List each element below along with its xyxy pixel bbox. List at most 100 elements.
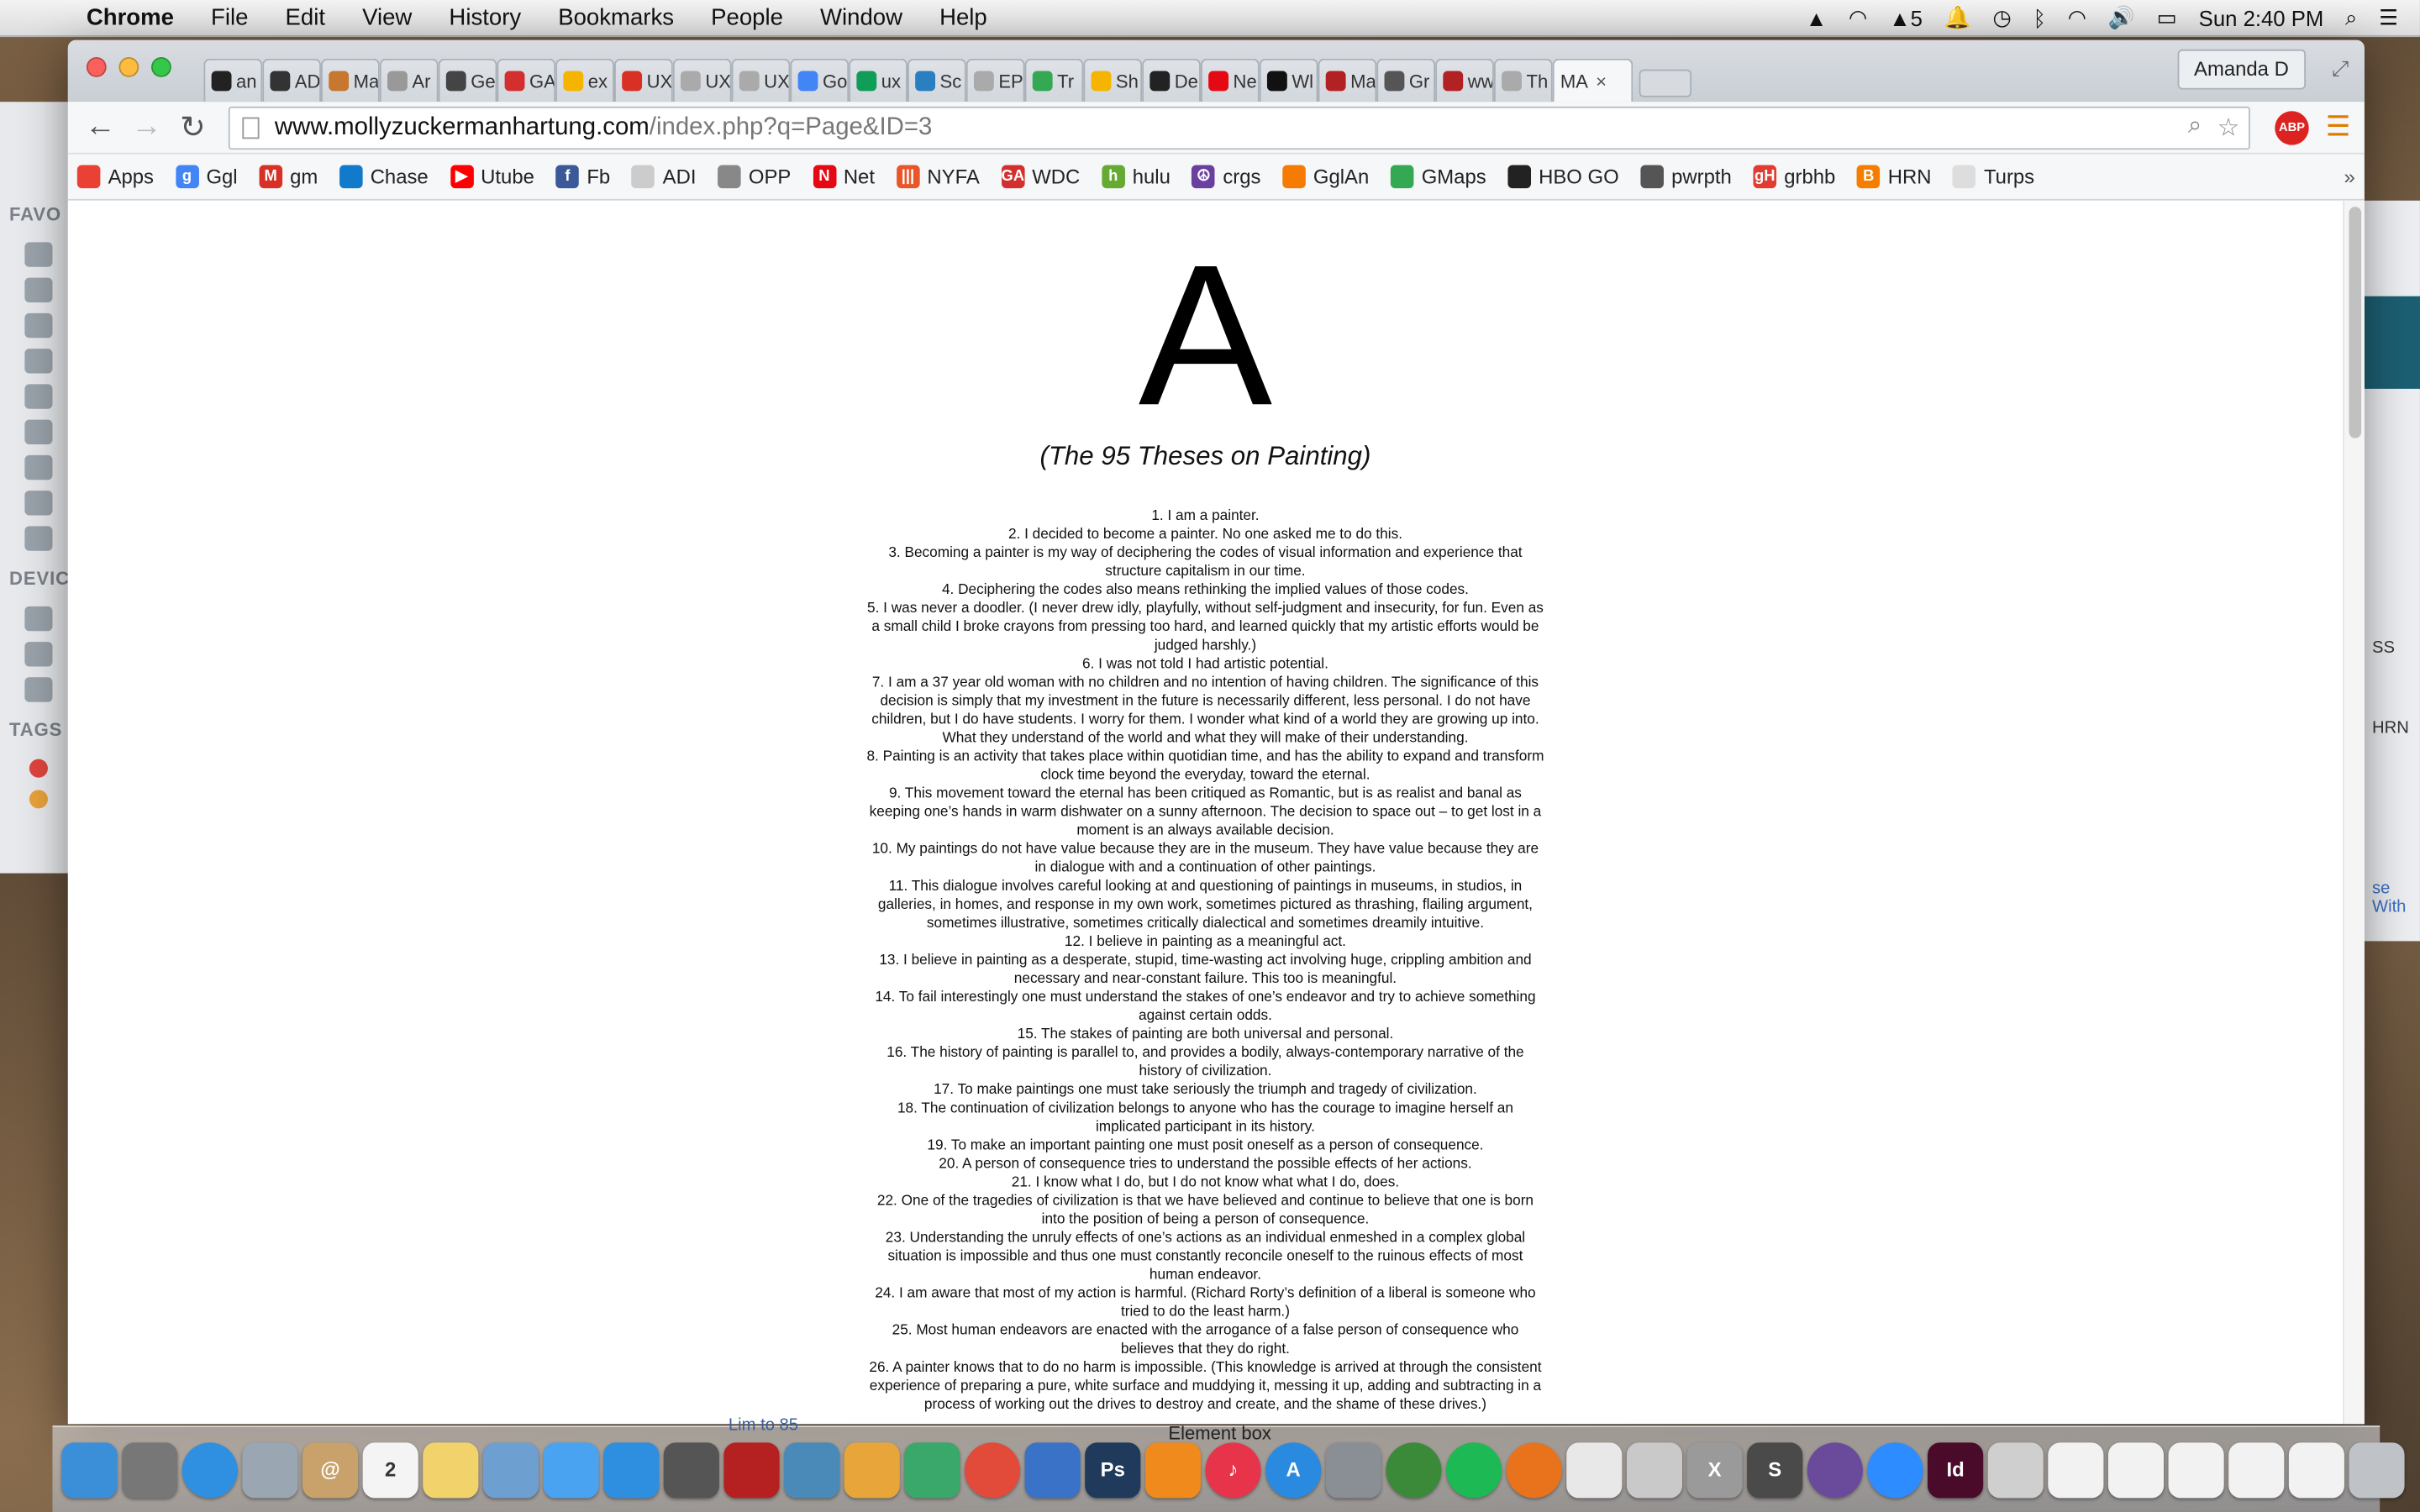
dropbox-icon[interactable] [603,1441,660,1498]
iphoto-icon[interactable] [784,1441,840,1498]
browser-tab[interactable]: EP [965,58,1025,102]
browser-tab[interactable]: ex [555,58,615,102]
safari-icon[interactable] [182,1441,238,1498]
folder-icon[interactable] [24,242,53,267]
bookmark-item[interactable]: N Net [813,165,875,189]
bookmark-item[interactable]: pwrpth [1640,165,1732,189]
preview2-icon[interactable] [1626,1441,1683,1498]
tag-red-icon[interactable] [29,759,48,778]
facetime-icon[interactable] [663,1441,719,1498]
menu-help[interactable]: Help [921,5,1006,31]
downloads-icon[interactable] [1987,1441,2044,1498]
photo-booth-icon[interactable] [723,1441,780,1498]
battery-icon[interactable]: ▭ [2157,5,2177,31]
browser-tab[interactable]: UX [731,58,791,102]
browser-tab[interactable]: Sc [907,58,966,102]
notes-icon[interactable] [423,1441,479,1498]
system-prefs-icon[interactable] [1325,1441,1381,1498]
drive-icon[interactable] [24,642,53,667]
bookmark-item[interactable]: GA WDC [1001,165,1080,189]
adblock-plus-icon[interactable]: ABP [2275,110,2309,144]
vertical-scrollbar[interactable] [2343,200,2365,1425]
menu-file[interactable]: File [192,5,266,31]
bluetooth-icon[interactable]: ᛒ [2033,5,2046,29]
browser-tab[interactable]: UX [672,58,732,102]
numbers-icon[interactable] [904,1441,960,1498]
fullscreen-icon[interactable]: ⤢ [2332,55,2349,81]
browser-tab[interactable]: Ma [1318,58,1377,102]
x11-icon[interactable]: X [1686,1441,1743,1498]
ibooks-icon[interactable] [1144,1441,1201,1498]
applications-icon[interactable] [24,349,53,374]
bookmark-item[interactable]: OPP [718,165,791,189]
doc2-icon[interactable] [2107,1441,2165,1498]
headphones-icon[interactable]: ◠ [1849,5,1867,31]
zoom-window-button[interactable] [150,56,171,77]
indesign-icon[interactable]: Id [1928,1441,1984,1498]
preview-icon[interactable] [482,1441,539,1498]
desktop-icon[interactable] [24,384,53,409]
notification-bell-icon[interactable]: 🔔 [1944,5,1971,31]
time-machine-icon[interactable]: ◷ [1992,5,2011,31]
drive2-icon[interactable] [24,677,53,702]
browser-tab[interactable]: an [203,58,263,102]
bookmark-item[interactable]: gH grbhb [1753,165,1835,189]
browser-tab[interactable]: Go [790,58,850,102]
itunes-icon[interactable]: ♪ [1205,1441,1261,1498]
volume-icon[interactable]: 🔊 [2108,5,2135,31]
browser-tab[interactable]: Sh [1083,58,1143,102]
pages-icon[interactable] [844,1441,900,1498]
page-info-icon[interactable] [242,116,260,139]
sublime-icon[interactable]: S [1747,1441,1803,1498]
profile-button[interactable]: Amanda D [2176,49,2307,90]
doc5-icon[interactable] [2288,1441,2344,1498]
contacts-icon[interactable]: @ [302,1441,359,1498]
scrollbar-thumb[interactable] [2349,207,2362,438]
browser-tab[interactable]: Ge [438,58,497,102]
bookmark-item[interactable]: g Ggl [175,165,238,189]
browser-tab[interactable]: ux [849,58,908,102]
forward-button[interactable]: → [124,109,170,144]
bookmarks-overflow-icon[interactable]: » [2344,165,2355,189]
bookmark-item[interactable]: ADI [631,165,696,189]
airdrop-icon[interactable] [24,312,53,339]
bookmark-item[interactable]: GMaps [1390,165,1486,189]
tag-orange-icon[interactable] [29,790,48,809]
browser-tab[interactable]: Ar [379,58,439,102]
firefox-icon[interactable] [1506,1441,1562,1498]
browser-tab[interactable]: Th [1493,58,1553,102]
doc3-icon[interactable] [2168,1441,2224,1498]
document-icon[interactable] [24,419,53,444]
wifi-icon[interactable]: ◠ [2068,5,2086,31]
documents-icon[interactable] [24,277,53,302]
chrome-menu-icon[interactable]: ☰ [2321,111,2354,144]
address-bar[interactable]: www.mollyzuckermanhartung.com /index.php… [228,105,2250,150]
close-window-button[interactable] [86,56,107,77]
browser-tab[interactable]: Ne [1200,58,1260,102]
browser-tab[interactable]: GA [497,58,556,102]
spotlight-search-icon[interactable]: ⌕ [2345,5,2357,31]
active-tab[interactable]: MA × [1552,58,1634,102]
app-store-icon[interactable]: A [1265,1441,1322,1498]
browser-tab[interactable]: UX [614,58,673,102]
bookmark-star-icon[interactable]: ☆ [2217,112,2239,143]
spotify-icon[interactable] [1445,1441,1502,1498]
close-tab-icon[interactable]: × [1596,71,1607,92]
bookmark-item[interactable]: h hulu [1102,165,1171,189]
browser-tab[interactable]: Gr [1376,58,1436,102]
minimize-window-button[interactable] [118,56,139,77]
textedit-icon[interactable] [1566,1441,1623,1498]
doc1-icon[interactable] [2048,1441,2104,1498]
new-tab-button[interactable] [1639,69,1692,97]
mail-icon[interactable] [242,1441,298,1498]
trash-icon[interactable] [2349,1441,2405,1498]
reload-button[interactable]: ↻ [170,108,216,147]
menu-window[interactable]: Window [802,5,921,31]
browser-tab[interactable]: AD [262,58,322,102]
github-icon[interactable] [1807,1441,1863,1498]
adobe-icon[interactable]: ▲5 [1889,5,1923,29]
menu-view[interactable]: View [344,5,430,31]
creative-cloud-icon[interactable] [24,491,53,516]
chrome-icon[interactable] [964,1441,1021,1498]
bookmark-item[interactable]: Apps [76,165,154,189]
